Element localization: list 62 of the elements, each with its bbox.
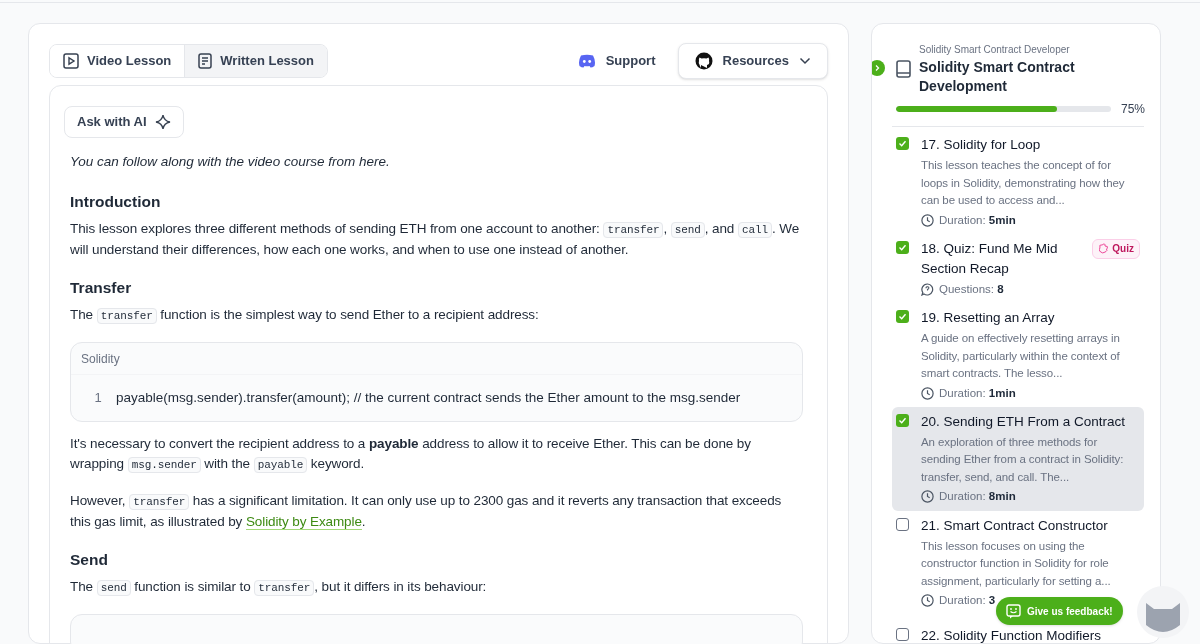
chevron-down-icon — [799, 57, 811, 65]
check-icon — [898, 415, 907, 425]
checkbox[interactable] — [896, 413, 909, 427]
sparkle-icon — [154, 114, 171, 130]
lesson-title: 21. Smart Contract Constructor — [921, 516, 1109, 535]
check-icon — [898, 312, 907, 321]
selected-lesson-item[interactable]: 20. Sending ETH From a Contract An exploration of three methods for sending Ether from a contract in Solidity: transfer, send, and call. The... Duration: 8min — [892, 406, 1144, 511]
link[interactable]: Solidity by Example — [245, 514, 362, 530]
clock-icon — [921, 490, 934, 504]
question-bubble-icon — [921, 282, 934, 296]
lesson-description: This lesson teaches the concept of for loops in Solidity, demonstrating how they can be used to access and... — [921, 158, 1126, 208]
meta-text: Duration: 5min — [939, 212, 1016, 228]
lesson-description: An exploration of three methods for sending Ether from a contract in Solidity: transfer, send, and call. The... — [921, 434, 1125, 485]
paragraph: The send function is similar to transfer , but it differs in its behaviour: — [70, 578, 488, 598]
section-heading: Introduction — [70, 192, 162, 212]
check-icon — [898, 242, 907, 252]
clock-icon — [921, 386, 934, 400]
section-heading: Send — [70, 550, 109, 570]
lesson-title: 22. Solidity Function Modifiers — [921, 627, 1103, 643]
checkbox[interactable] — [896, 137, 909, 150]
paragraph: It's necessary to convert the recipient address to a payable address to allow it to receive Ether. This can be done by wrapping msg.sender with the payable keyword. — [70, 435, 752, 475]
checkbox[interactable] — [896, 628, 909, 642]
view-tab[interactable]: Written Lesson — [184, 45, 327, 77]
section-heading: Transfer — [70, 278, 133, 298]
quiz-badge: Quiz — [1092, 238, 1140, 259]
lesson-title: 17. Solidity for Loop — [921, 136, 1042, 154]
lesson-title: 20. Sending ETH From a Contract — [921, 412, 1127, 431]
ask-ai-button[interactable]: Ask with AI — [64, 106, 184, 138]
code-language: Solidity — [71, 343, 802, 375]
paragraph: However, transfer has a significant limitation. It can only use up to 2300 gas and it reverts any transaction that exceeds this gas limit, as illustrated by Solidity by Example. — [70, 492, 783, 532]
code-line: payable(msg.sender).transfer(amount); // the current contract sends the Ether amount to the msg.sender — [116, 388, 741, 407]
book-icon — [896, 60, 911, 78]
document-icon — [198, 53, 213, 69]
checkbox[interactable] — [896, 517, 909, 531]
line-number: 1 — [93, 389, 103, 408]
meta-text: Duration: 3 — [939, 593, 996, 608]
cat-silhouette-icon — [694, 52, 713, 70]
checkbox[interactable] — [896, 240, 909, 254]
progress-percent: 75% — [1120, 101, 1145, 118]
lesson-description: A guide on effectively resetting arrays in Solidity, particularly within the context of smart contracts. The lesso... — [921, 331, 1121, 381]
chat-bubble-icon — [577, 54, 596, 68]
course-subtitle: Solidity Smart Contract Developer — [919, 43, 1071, 57]
lesson-title: 19. Resetting an Array — [921, 309, 1056, 327]
course-title: Solidity Smart Contract Development — [919, 58, 1076, 96]
meta-text: Questions: 8 — [939, 281, 1004, 297]
intro-note: You can follow along with the video course from here. — [70, 153, 391, 171]
mascot-avatar[interactable] — [1136, 585, 1190, 639]
expand-icon[interactable] — [872, 60, 885, 76]
clock-icon — [921, 594, 934, 608]
meta-text: Duration: 8min — [939, 489, 1016, 505]
check-icon — [898, 139, 907, 148]
support-link[interactable]: Support — [577, 51, 656, 71]
clock-icon — [921, 213, 934, 227]
paragraph: The transfer function is the simplest way to send Ether to a recipient address: — [70, 306, 540, 326]
paragraph: This lesson explores three different methods of sending ETH from one account to another: transfer , send , and call . We will understand their differences, how each one works, and when to use one instead of another. — [70, 220, 801, 259]
lesson-title: 18. Quiz: Fund Me Mid Section Recap — [921, 239, 1059, 278]
meta-text: Duration: 1min — [939, 385, 1016, 401]
smiley-chat-icon — [1006, 603, 1021, 619]
lesson-description: This lesson focuses on using the constructor function in Solidity for role assignment, particularly for setting a... — [921, 538, 1112, 589]
resources-button[interactable]: Resources — [677, 43, 828, 79]
checkbox[interactable] — [896, 310, 909, 323]
video-icon — [63, 53, 79, 69]
